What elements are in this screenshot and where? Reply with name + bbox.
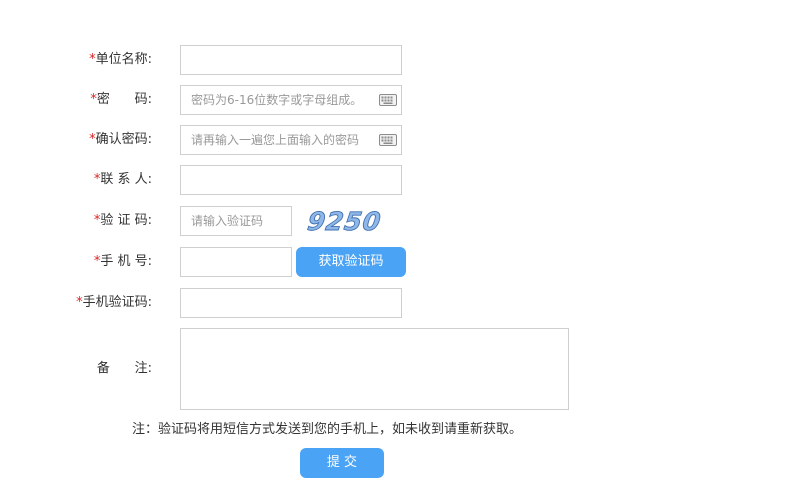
submit-button[interactable]: 提 交 [300, 448, 384, 478]
get-code-button[interactable]: 获取验证码 [296, 247, 406, 277]
keyboard-icon[interactable] [379, 94, 397, 106]
contact-input[interactable] [180, 165, 402, 195]
phone-code-input[interactable] [180, 288, 402, 318]
contact-label: *联 系 人: [93, 172, 152, 187]
org-name-label: *单位名称: [89, 52, 152, 67]
captcha-label: *验 证 码: [93, 213, 152, 228]
password-placeholder: 密码为6-16位数字或字母组成。 [191, 93, 363, 107]
confirm-password-input[interactable]: 请再输入一遍您上面输入的密码 [180, 125, 402, 155]
captcha-placeholder: 请输入验证码 [191, 214, 264, 228]
phone-input[interactable] [180, 247, 292, 277]
confirm-password-placeholder: 请再输入一遍您上面输入的密码 [191, 133, 360, 147]
remarks-label: 备 注: [96, 361, 152, 376]
sms-note: 注：验证码将用短信方式发送到您的手机上，如未收到请重新获取。 [132, 422, 523, 437]
captcha-image[interactable]: 9250 [300, 205, 400, 237]
org-name-input[interactable] [180, 45, 402, 75]
confirm-password-label: *确认密码: [89, 132, 152, 147]
phone-code-label: *手机验证码: [76, 295, 152, 310]
phone-label: *手 机 号: [93, 254, 152, 269]
remarks-textarea[interactable] [180, 328, 569, 410]
password-label: *密 码: [90, 92, 152, 107]
captcha-input[interactable]: 请输入验证码 [180, 206, 292, 236]
keyboard-icon[interactable] [379, 134, 397, 146]
password-input[interactable]: 密码为6-16位数字或字母组成。 [180, 85, 402, 115]
captcha-text: 9250 [306, 207, 384, 236]
